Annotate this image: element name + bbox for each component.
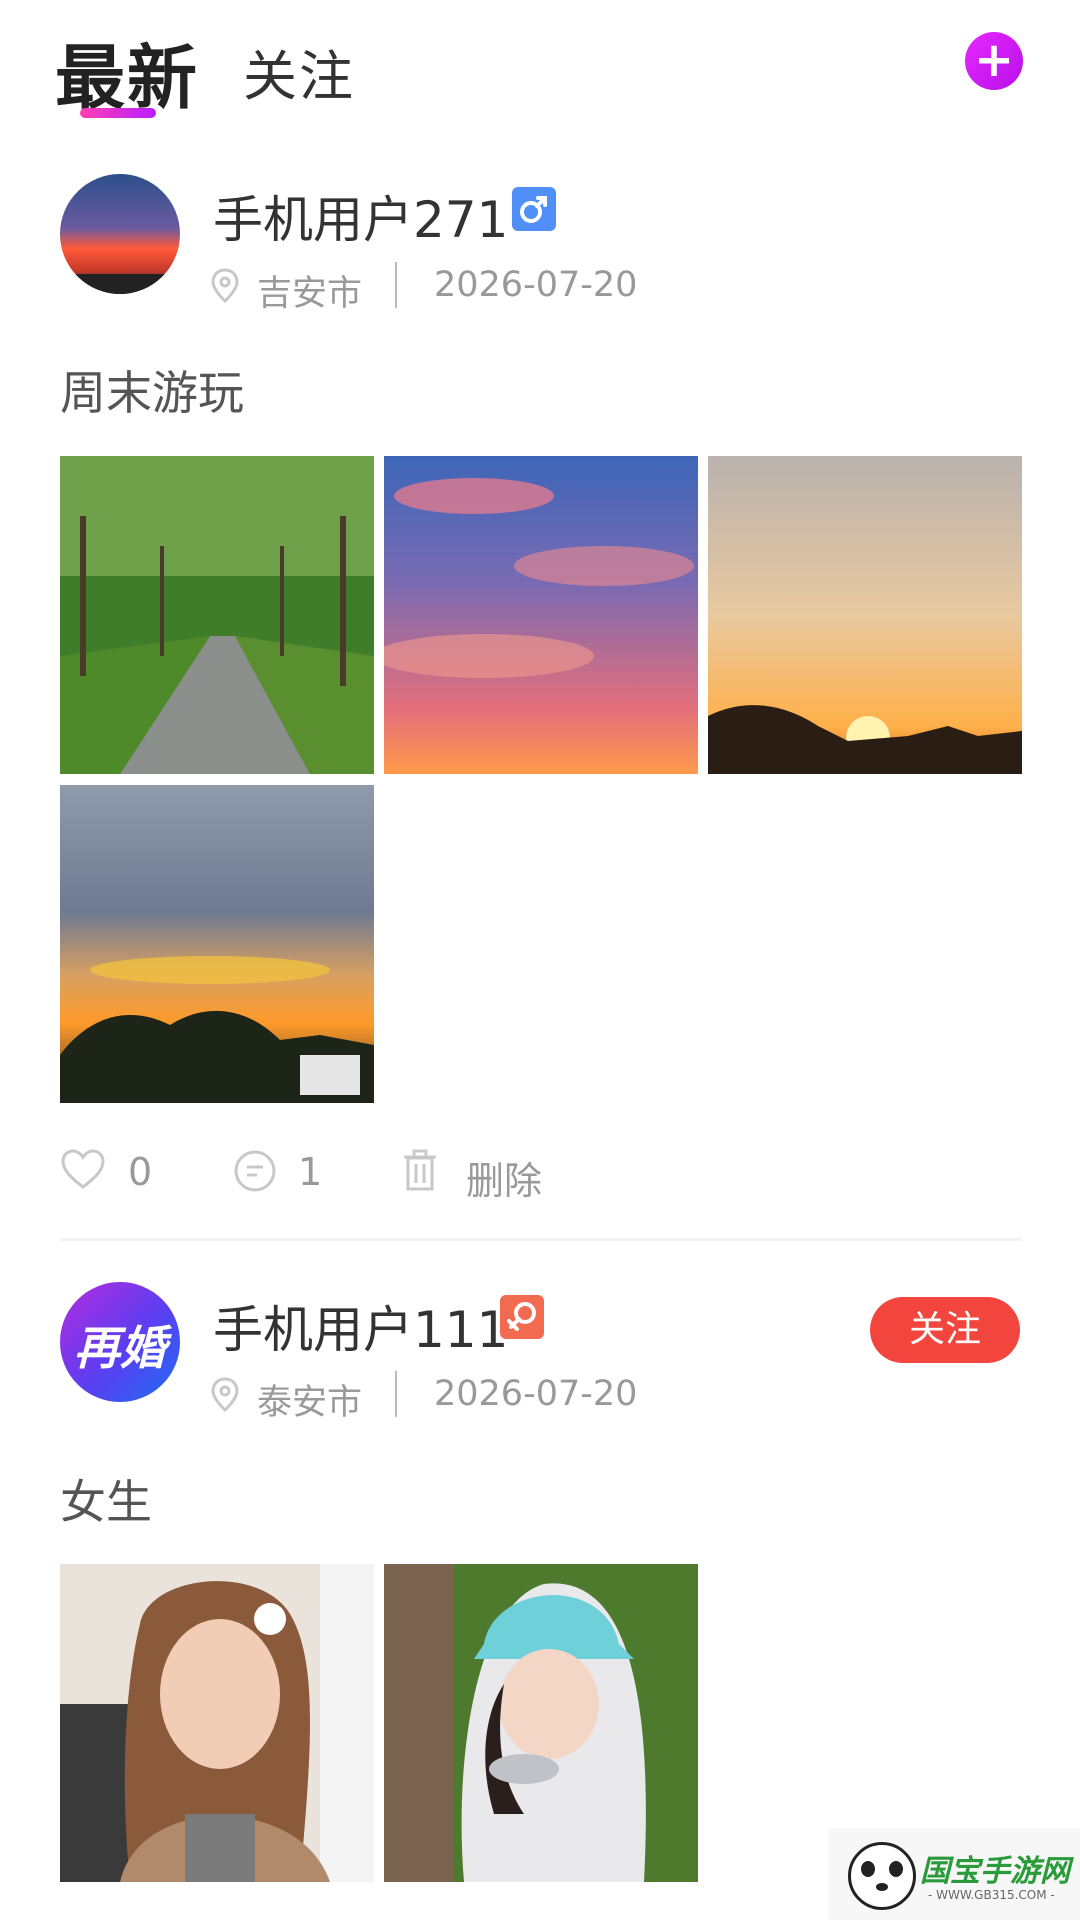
sunset-over-town-photo[interactable] [708,456,1022,774]
like-icon[interactable] [60,1148,106,1194]
panda-logo-icon [848,1842,916,1910]
user-avatar[interactable] [60,174,180,294]
watermark-url: - WWW.GB315.COM - [928,1888,1055,1902]
delete-button[interactable]: 删除 [466,1150,542,1205]
post-username[interactable]: 手机用户111 [213,1290,508,1362]
watermark-name: 国宝手游网 [920,1854,1070,1889]
trash-icon[interactable] [402,1148,438,1196]
comment-icon[interactable] [233,1149,277,1197]
follow-button[interactable]: 关注 [870,1297,1020,1363]
location-pin-icon [210,1377,240,1417]
post-date: 2026-07-20 [434,1374,638,1414]
comment-count: 1 [298,1150,323,1194]
pink-clouds-sky-photo[interactable] [384,456,698,774]
post-location: 泰安市 [257,1383,363,1423]
location-pin-icon [210,268,240,308]
watermark: 国宝手游网 - WWW.GB315.COM - [828,1828,1080,1920]
dusk-clouds-treeline-photo[interactable] [60,785,374,1103]
like-count: 0 [128,1150,153,1194]
meta-divider [395,1371,397,1417]
user-avatar[interactable]: 再婚 [60,1282,180,1402]
girl-bucket-hat-photo[interactable] [384,1564,698,1882]
female-icon [500,1295,544,1339]
add-post-button[interactable]: + [965,32,1023,90]
post-location: 吉安市 [257,274,363,314]
post-username[interactable]: 手机用户271 [213,180,508,252]
meta-divider [395,262,397,308]
active-tab-indicator [80,108,156,118]
sunset-avatar-image [60,174,180,294]
male-icon [512,187,556,231]
post-separator [60,1238,1022,1241]
plus-icon: + [973,32,1015,88]
tree-lined-road-photo[interactable] [60,456,374,774]
post-text: 女生 [60,1475,152,1529]
post-date: 2026-07-20 [434,265,638,305]
avatar-text: 再婚 [74,1321,166,1375]
tab-following[interactable]: 关注 [243,32,355,111]
girl-selfie-photo[interactable] [60,1564,374,1882]
post-text: 周末游玩 [60,366,244,420]
